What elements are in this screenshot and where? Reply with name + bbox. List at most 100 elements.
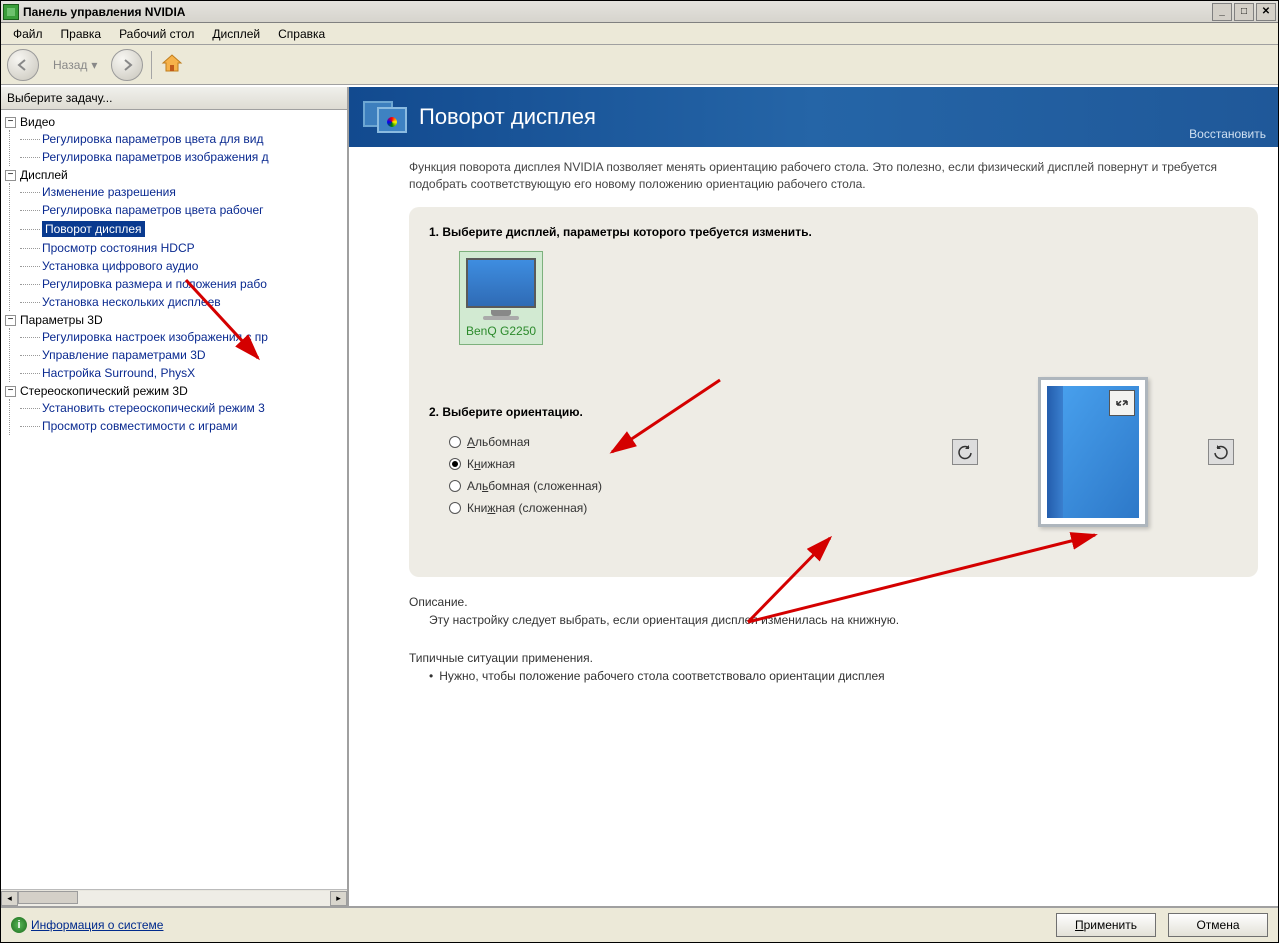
- tree-leaf-label: Регулировка параметров цвета для вид: [42, 132, 263, 146]
- tree-leaf[interactable]: Регулировка размера и положения рабо: [10, 275, 347, 293]
- tree-leaf-label: Регулировка настроек изображения с пр: [42, 330, 268, 344]
- info-icon: i: [11, 917, 27, 933]
- nav-back-label[interactable]: Назад ▾: [45, 58, 105, 72]
- orientation-label: Альбомная: [467, 435, 530, 449]
- tree-leaf-label: Регулировка параметров изображения д: [42, 150, 269, 164]
- apply-button[interactable]: Применить: [1056, 913, 1156, 937]
- cancel-button[interactable]: Отмена: [1168, 913, 1268, 937]
- orientation-preview: [1038, 377, 1148, 527]
- restore-defaults-link[interactable]: Восстановить: [1189, 127, 1266, 141]
- rotate-display-icon: [363, 97, 407, 137]
- tree-leaf[interactable]: Установить стереоскопический режим 3: [10, 399, 347, 417]
- tree-leaf-label: Установка цифрового аудио: [42, 259, 198, 273]
- system-info-text: Информация о системе: [31, 918, 163, 932]
- orientation-label: Книжная (сложенная): [467, 501, 587, 515]
- nav-forward-button[interactable]: [111, 49, 143, 81]
- tree-leaf[interactable]: Регулировка настроек изображения с пр: [10, 328, 347, 346]
- nav-back-button[interactable]: [7, 49, 39, 81]
- tree-leaf[interactable]: Регулировка параметров изображения д: [10, 148, 347, 166]
- scroll-thumb[interactable]: [18, 891, 78, 904]
- tree-expander-icon[interactable]: −: [5, 117, 16, 128]
- tree-category[interactable]: −Видео: [5, 114, 347, 130]
- menu-display[interactable]: Дисплей: [204, 25, 268, 43]
- radio-dot-icon: [449, 480, 461, 492]
- tree-leaf-label: Установка нескольких дисплеев: [42, 295, 221, 309]
- tree-category-label: Параметры 3D: [20, 313, 103, 327]
- scroll-right-button[interactable]: ▸: [330, 891, 347, 906]
- tree-expander-icon[interactable]: −: [5, 170, 16, 181]
- nav-back-text: Назад: [53, 58, 87, 72]
- nvidia-app-icon: [3, 4, 19, 20]
- flip-icon: [1109, 390, 1135, 416]
- sidebar-header: Выберите задачу...: [1, 87, 347, 110]
- description-heading: Описание.: [409, 595, 1258, 609]
- menu-help[interactable]: Справка: [270, 25, 333, 43]
- page-title: Поворот дисплея: [419, 104, 596, 130]
- tree-expander-icon[interactable]: −: [5, 386, 16, 397]
- menu-bar: Файл Правка Рабочий стол Дисплей Справка: [1, 23, 1278, 45]
- tree-category-label: Дисплей: [20, 168, 68, 182]
- menu-desktop[interactable]: Рабочий стол: [111, 25, 202, 43]
- task-tree[interactable]: −ВидеоРегулировка параметров цвета для в…: [1, 110, 347, 889]
- step1-title: 1. Выберите дисплей, параметры которого …: [429, 225, 1238, 239]
- intro-text: Функция поворота дисплея NVIDIA позволяе…: [409, 159, 1258, 193]
- toolbar-separator: [151, 51, 152, 79]
- scroll-track[interactable]: [18, 891, 330, 906]
- tree-leaf[interactable]: Просмотр совместимости с играми: [10, 417, 347, 435]
- radio-dot-icon: [449, 502, 461, 514]
- tree-category[interactable]: −Дисплей: [5, 167, 347, 183]
- tree-leaf-label: Управление параметрами 3D: [42, 348, 206, 362]
- tree-leaf[interactable]: Регулировка параметров цвета для вид: [10, 130, 347, 148]
- titlebar: Панель управления NVIDIA _ □ ✕: [1, 1, 1278, 23]
- toolbar: Назад ▾: [1, 45, 1278, 85]
- maximize-button[interactable]: □: [1234, 3, 1254, 21]
- home-button[interactable]: [160, 51, 184, 78]
- main-panel: Поворот дисплея Восстановить Функция пов…: [349, 87, 1278, 906]
- tree-leaf-label: Настройка Surround, PhysX: [42, 366, 195, 380]
- tree-leaf[interactable]: Установка цифрового аудио: [10, 257, 347, 275]
- menu-file[interactable]: Файл: [5, 25, 51, 43]
- monitor-icon: [466, 258, 536, 308]
- orientation-label: Книжная: [467, 457, 515, 471]
- menu-edit[interactable]: Правка: [53, 25, 110, 43]
- tree-category-label: Стереоскопический режим 3D: [20, 384, 188, 398]
- description-text: Эту настройку следует выбрать, если орие…: [429, 613, 1258, 627]
- window-title: Панель управления NVIDIA: [23, 5, 1212, 19]
- footer: i Информация о системе Применить Отмена: [1, 906, 1278, 942]
- radio-dot-icon: [449, 436, 461, 448]
- tree-leaf[interactable]: Изменение разрешения: [10, 183, 347, 201]
- tree-leaf[interactable]: Настройка Surround, PhysX: [10, 364, 347, 382]
- rotate-ccw-button[interactable]: [952, 439, 978, 465]
- system-info-link[interactable]: i Информация о системе: [11, 917, 163, 933]
- settings-panel: 1. Выберите дисплей, параметры которого …: [409, 207, 1258, 577]
- display-name: BenQ G2250: [466, 324, 536, 338]
- tree-leaf[interactable]: Регулировка параметров цвета рабочег: [10, 201, 347, 219]
- tree-leaf[interactable]: Просмотр состояния HDCP: [10, 239, 347, 257]
- sidebar-hscrollbar[interactable]: ◂ ▸: [1, 889, 347, 906]
- tree-expander-icon[interactable]: −: [5, 315, 16, 326]
- tree-leaf-label: Поворот дисплея: [42, 221, 145, 237]
- scroll-left-button[interactable]: ◂: [1, 891, 18, 906]
- close-button[interactable]: ✕: [1256, 3, 1276, 21]
- tree-leaf[interactable]: Установка нескольких дисплеев: [10, 293, 347, 311]
- orientation-label: Альбомная (сложенная): [467, 479, 602, 493]
- tree-leaf-label: Регулировка размера и положения рабо: [42, 277, 267, 291]
- tree-leaf-label: Просмотр состояния HDCP: [42, 241, 195, 255]
- chevron-down-icon: ▾: [91, 58, 97, 72]
- tree-category[interactable]: −Стереоскопический режим 3D: [5, 383, 347, 399]
- tree-leaf[interactable]: Управление параметрами 3D: [10, 346, 347, 364]
- minimize-button[interactable]: _: [1212, 3, 1232, 21]
- sidebar: Выберите задачу... −ВидеоРегулировка пар…: [1, 87, 349, 906]
- rotate-cw-button[interactable]: [1208, 439, 1234, 465]
- tree-leaf-label: Изменение разрешения: [42, 185, 176, 199]
- radio-dot-icon: [449, 458, 461, 470]
- tree-category-label: Видео: [20, 115, 55, 129]
- tree-leaf-label: Установить стереоскопический режим 3: [42, 401, 265, 415]
- tree-leaf[interactable]: Поворот дисплея: [10, 219, 347, 239]
- tree-category[interactable]: −Параметры 3D: [5, 312, 347, 328]
- typical-heading: Типичные ситуации применения.: [409, 651, 1258, 665]
- display-selector[interactable]: BenQ G2250: [459, 251, 543, 345]
- typical-bullet: Нужно, чтобы положение рабочего стола со…: [429, 669, 1258, 683]
- main-header: Поворот дисплея Восстановить: [349, 87, 1278, 147]
- tree-leaf-label: Просмотр совместимости с играми: [42, 419, 237, 433]
